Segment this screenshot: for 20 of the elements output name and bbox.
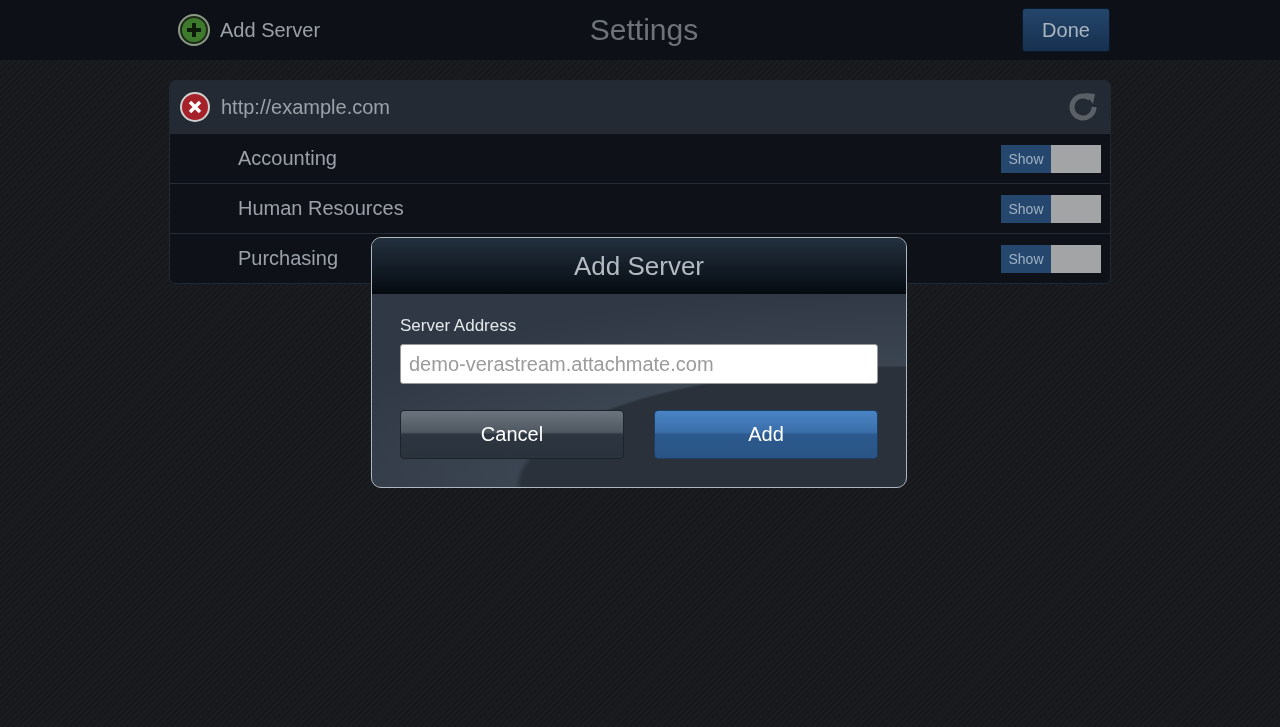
item-name: Human Resources — [238, 197, 404, 220]
cancel-button[interactable]: Cancel — [400, 410, 624, 459]
add-server-button[interactable]: Add Server — [178, 14, 321, 46]
show-toggle[interactable]: Show — [1001, 144, 1101, 173]
item-name: Purchasing — [238, 247, 339, 270]
show-toggle[interactable]: Show — [1001, 244, 1101, 273]
item-name: Accounting — [238, 147, 337, 170]
server-address-field[interactable]: demo-verastream.attachmate.com — [400, 344, 878, 384]
show-toggle[interactable]: Show — [1001, 194, 1101, 223]
server-url: http://example.com — [221, 95, 391, 119]
toggle-label: Show — [1001, 244, 1051, 273]
field-label: Server Address — [400, 316, 518, 336]
add-button[interactable]: Add — [654, 410, 878, 459]
delete-icon[interactable] — [179, 91, 211, 123]
done-button[interactable]: Done — [1022, 8, 1110, 52]
page-title: Settings — [589, 13, 699, 47]
dialog-title: Add Server — [372, 238, 906, 294]
toggle-label: Show — [1001, 194, 1051, 223]
toggle-label: Show — [1001, 144, 1051, 173]
plus-icon — [178, 14, 210, 46]
